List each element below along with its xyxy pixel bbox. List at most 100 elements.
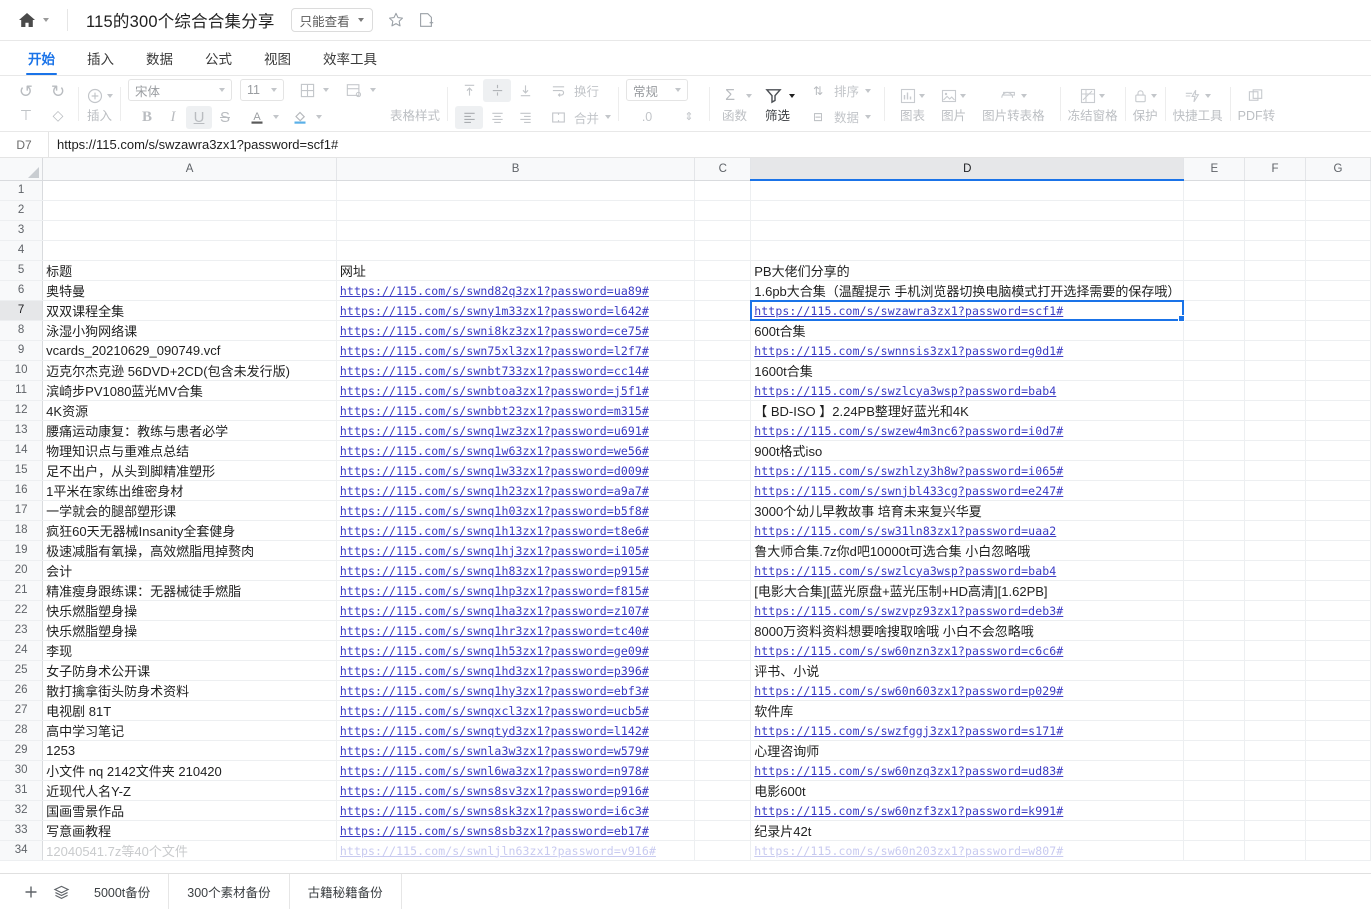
cell-f9[interactable] <box>1244 340 1306 361</box>
cell-a24[interactable]: 李现 <box>42 640 337 661</box>
cell-a2[interactable] <box>42 200 337 221</box>
row-header-26[interactable]: 26 <box>0 680 44 701</box>
row-header-8[interactable]: 8 <box>0 320 44 341</box>
cell-d32[interactable]: https://115.com/s/sw60nzf3zx1?password=k… <box>750 800 1185 821</box>
insert-caret-icon[interactable] <box>107 93 113 98</box>
cell-c16[interactable] <box>694 480 752 501</box>
cell-e4[interactable] <box>1183 240 1246 261</box>
row-header-13[interactable]: 13 <box>0 420 44 441</box>
cell-link[interactable]: https://115.com/s/swzvpz93zx1?password=d… <box>754 604 1063 618</box>
cell-b30[interactable]: https://115.com/s/swnl6wa3zx1?password=n… <box>336 760 696 781</box>
cell-d4[interactable] <box>750 240 1185 261</box>
cell-e13[interactable] <box>1183 420 1246 441</box>
cell-c15[interactable] <box>694 460 752 481</box>
image-to-table-icon[interactable] <box>1000 85 1018 107</box>
table-row[interactable]: 24 李现 https://115.com/s/swnq1h53zx1?passwo… <box>0 640 1371 661</box>
image-icon[interactable] <box>941 85 957 107</box>
cell-link[interactable]: https://115.com/s/sw60n203zx1?password=w… <box>754 844 1063 858</box>
row-header-28[interactable]: 28 <box>0 720 44 741</box>
underline-button[interactable]: U <box>186 105 212 129</box>
table-row[interactable]: 7 双双课程全集 https://115.com/s/swny1m33zx1?pas… <box>0 299 1371 322</box>
cell-f29[interactable] <box>1244 740 1306 761</box>
cell-e24[interactable] <box>1183 640 1246 661</box>
cell-f22[interactable] <box>1244 600 1306 621</box>
cell-b20[interactable]: https://115.com/s/swnq1h83zx1?password=p… <box>336 560 696 581</box>
cell-g22[interactable] <box>1305 600 1371 621</box>
table-row[interactable]: 3 <box>0 220 1371 241</box>
row-header-32[interactable]: 32 <box>0 800 44 821</box>
cell-e19[interactable] <box>1183 540 1246 561</box>
cell-g20[interactable] <box>1305 560 1371 581</box>
table-row[interactable]: 27 电视剧 81T https://115.com/s/swnqxcl3zx1?p… <box>0 700 1371 721</box>
table-row[interactable]: 8 泳湿小狗网络课 https://115.com/s/swni8kz3zx1?pa… <box>0 320 1371 341</box>
data-label[interactable]: 数据 <box>831 105 862 128</box>
cell-link[interactable]: https://115.com/s/sw60nzq3zx1?password=u… <box>754 764 1063 778</box>
cell-e31[interactable] <box>1183 780 1246 801</box>
format-painter-button[interactable]: ⊤ <box>13 104 39 127</box>
table-row[interactable]: 4 <box>0 240 1371 261</box>
align-right-icon[interactable] <box>511 106 539 129</box>
cell-g29[interactable] <box>1305 740 1371 761</box>
cell-e28[interactable] <box>1183 720 1246 741</box>
cell-f27[interactable] <box>1244 700 1306 721</box>
cell-c14[interactable] <box>694 440 752 461</box>
row-header-15[interactable]: 15 <box>0 460 44 481</box>
table-row[interactable]: 5 标题 网址 PB大佬们分享的 <box>0 260 1371 281</box>
sort-icon[interactable]: ⇅ <box>805 79 831 102</box>
filter-caret-icon[interactable] <box>789 93 796 98</box>
cell-g10[interactable] <box>1305 360 1371 381</box>
cell-d29[interactable]: 心理咨询师 <box>750 740 1185 761</box>
row-header-23[interactable]: 23 <box>0 620 44 641</box>
cell-link[interactable]: https://115.com/s/swny1m33zx1?password=l… <box>340 304 649 318</box>
menu-tab-formula[interactable]: 公式 <box>189 41 248 75</box>
row-header-21[interactable]: 21 <box>0 580 44 601</box>
sort-caret-icon[interactable] <box>865 88 872 93</box>
align-middle-icon[interactable] <box>483 78 512 102</box>
cell-link[interactable]: https://115.com/s/swnq1w63zx1?password=w… <box>340 444 649 458</box>
cell-a25[interactable]: 女子防身术公开课 <box>42 660 337 681</box>
cell-e10[interactable] <box>1183 360 1246 381</box>
cell-g27[interactable] <box>1305 700 1371 721</box>
row-header-31[interactable]: 31 <box>0 780 44 801</box>
cell-a11[interactable]: 滨崎步PV1080蓝光MV合集 <box>42 380 337 401</box>
cell-a23[interactable]: 快乐燃脂塑身操 <box>42 620 337 641</box>
cell-c30[interactable] <box>694 760 752 781</box>
cell-b15[interactable]: https://115.com/s/swnq1w33zx1?password=d… <box>336 460 696 481</box>
cell-c26[interactable] <box>694 680 752 701</box>
table-row[interactable]: 16 1平米在家练出维密身材 https://115.com/s/swnq1h23z… <box>0 480 1371 501</box>
merge-caret-icon[interactable] <box>605 115 612 119</box>
cell-b4[interactable] <box>336 240 696 261</box>
cell-g23[interactable] <box>1305 620 1371 641</box>
decimal-button[interactable]: .0 <box>634 105 660 128</box>
column-header-b[interactable]: B <box>336 158 696 181</box>
cell-c22[interactable] <box>694 600 752 621</box>
cell-link[interactable]: https://115.com/s/swzlcya3wsp?password=b… <box>754 384 1056 398</box>
cell-d28[interactable]: https://115.com/s/swzfggj3zx1?password=s… <box>750 720 1185 741</box>
permission-dropdown[interactable]: 只能查看 <box>290 8 373 32</box>
cell-c4[interactable] <box>694 240 752 261</box>
cell-c12[interactable] <box>694 400 752 421</box>
cell-f14[interactable] <box>1244 440 1306 461</box>
cell-b3[interactable] <box>336 220 696 241</box>
cell-e27[interactable] <box>1183 700 1246 721</box>
cell-a17[interactable]: 一学就会的腿部塑形课 <box>42 500 337 521</box>
cell-g7[interactable] <box>1305 300 1371 321</box>
cell-a8[interactable]: 泳湿小狗网络课 <box>42 320 337 341</box>
cell-g1[interactable] <box>1305 180 1371 201</box>
cell-d19[interactable]: 鲁大师合集.7z你d吧10000t可选合集 小白忽略哦 <box>750 540 1185 561</box>
cell-c10[interactable] <box>694 360 752 381</box>
cell-f17[interactable] <box>1244 500 1306 521</box>
sheet-tab-0[interactable]: 5000t备份 <box>76 873 170 909</box>
cell-g34[interactable] <box>1305 840 1371 861</box>
cell-b19[interactable]: https://115.com/s/swnq1hj3zx1?password=i… <box>336 540 696 561</box>
row-header-12[interactable]: 12 <box>0 400 44 421</box>
cell-f11[interactable] <box>1244 380 1306 401</box>
cell-a32[interactable]: 国画雪景作品 <box>42 800 337 821</box>
cell-link[interactable]: https://115.com/s/swnq1hj3zx1?password=i… <box>340 544 649 558</box>
row-header-34[interactable]: 34 <box>0 840 44 861</box>
font-color-caret-icon[interactable] <box>273 115 279 119</box>
column-header-d[interactable]: D <box>750 158 1185 181</box>
column-header-c[interactable]: C <box>694 158 752 181</box>
sort-label[interactable]: 排序 <box>831 79 862 102</box>
pdf-label[interactable]: PDF转 <box>1238 110 1276 123</box>
